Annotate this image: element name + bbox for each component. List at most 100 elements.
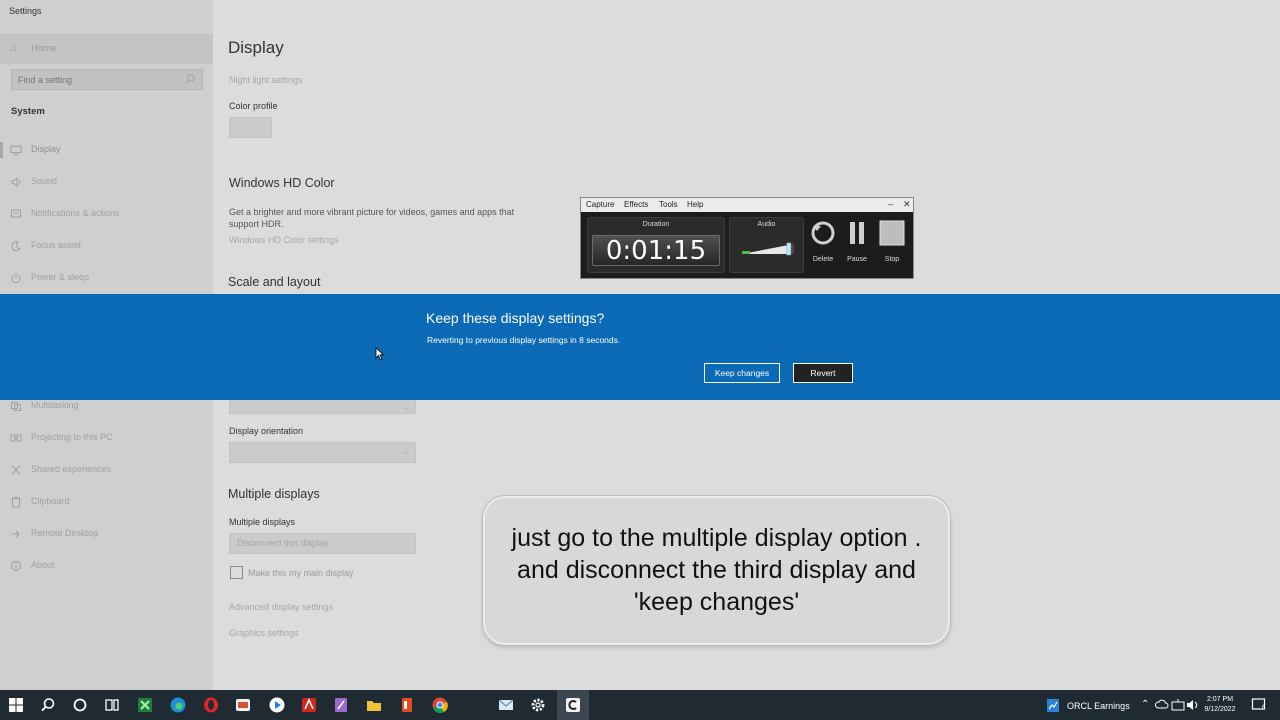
duration-timer: 0:01:15 [592,235,720,266]
stock-ticker-icon[interactable] [1046,696,1060,714]
app-icon[interactable] [234,696,252,714]
sidebar-item-focus-assist[interactable]: Focus assist [0,234,213,258]
sidebar-item-label: Focus assist [31,240,82,250]
moon-icon [11,241,21,252]
chrome-icon[interactable] [431,696,449,714]
search-icon[interactable] [39,696,57,714]
main-display-checkbox[interactable] [230,566,243,579]
audio-level-meter[interactable] [740,238,796,258]
pause-icon [850,222,864,244]
stock-ticker-text[interactable]: ORCL Earnings [1067,701,1130,711]
excel-icon[interactable] [136,696,154,714]
window-title: Settings [9,6,42,16]
pause-button[interactable]: Pause [844,220,870,263]
cortana-icon[interactable] [71,696,89,714]
sidebar-item-projecting[interactable]: Projecting to this PC [0,426,213,450]
revert-button[interactable]: Revert [793,363,853,383]
cloud-icon[interactable] [1155,696,1169,714]
menu-tools[interactable]: Tools [659,200,678,209]
duration-caption: Duration [642,221,670,228]
power-icon [11,273,21,284]
chevron-down-icon: ⌄ [258,122,265,131]
search-box[interactable] [11,69,203,90]
duration-panel: Duration 0:01:15 [587,217,725,273]
sidebar-item-label: Power & sleep [31,272,90,282]
acrobat-icon[interactable] [300,696,318,714]
sidebar-item-home[interactable]: ⌂ Home [0,34,213,64]
taskbar: ORCL Earnings ⌃ 2:07 PM 9/12/2022 6 [0,690,1280,720]
hd-color-description: Get a brighter and more vibrant picture … [229,207,515,229]
main-display-checkbox-label: Make this my main display [248,568,354,578]
menu-capture[interactable]: Capture [586,200,614,209]
search-icon [185,74,195,84]
sidebar-item-sound[interactable]: Sound [0,170,213,194]
scale-layout-heading: Scale and layout [228,275,321,289]
file-explorer-icon[interactable] [365,696,383,714]
network-icon[interactable] [1171,696,1185,714]
page-title: Display [228,38,284,57]
resolution-dropdown[interactable]: ⌄ [229,398,416,414]
settings-icon[interactable] [529,696,547,714]
sidebar-item-label: Multitasking [31,400,79,410]
color-profile-label: Color profile [229,101,278,111]
chevron-down-icon: ⌄ [402,538,409,547]
notes-icon[interactable] [332,696,350,714]
display-orientation-label: Display orientation [229,426,304,436]
sidebar-item-label: Remote Desktop [31,528,99,538]
sidebar-item-shared-experiences[interactable]: Shared experiences [0,458,213,482]
sidebar-item-power-sleep[interactable]: Power & sleep [0,266,213,290]
mail-icon[interactable] [497,696,515,714]
dialog-message: Reverting to previous display settings i… [427,335,621,345]
projector-icon [10,434,22,442]
stop-icon [879,220,905,246]
graphics-settings-link[interactable]: Graphics settings [229,628,299,638]
sidebar-item-clipboard[interactable]: Clipboard [0,490,213,514]
taskbar-clock[interactable]: 2:07 PM 9/12/2022 [1197,695,1243,715]
chevron-down-icon: ⌄ [402,447,409,456]
windows-start-icon[interactable] [7,696,25,714]
chevron-up-icon[interactable]: ⌃ [1141,699,1149,710]
audio-caption: Audio [757,221,776,228]
blue-app-icon[interactable] [268,696,286,714]
chevron-down-icon: ⌄ [402,403,409,412]
delete-label: Delete [812,256,834,263]
opera-icon[interactable] [202,696,220,714]
close-icon[interactable]: ✕ [903,199,911,210]
menu-help[interactable]: Help [687,200,703,209]
info-icon [11,561,21,571]
notification-icon [11,209,21,218]
delete-button[interactable]: Delete [810,220,836,263]
clipboard-icon [12,497,20,508]
sidebar-item-about[interactable]: About [0,554,213,578]
keep-changes-button[interactable]: Keep changes [704,363,780,383]
speaker-icon [11,176,21,188]
sidebar-item-label: Clipboard [31,496,70,506]
minimize-icon[interactable]: – [888,199,893,209]
monitor-icon [10,145,22,155]
sidebar-item-label: Shared experiences [31,464,112,474]
pause-label: Pause [847,256,867,263]
sidebar-item-remote-desktop[interactable]: Remote Desktop [0,522,213,546]
multitasking-icon [11,402,21,411]
stop-button[interactable]: Stop [879,220,905,263]
camtasia-icon[interactable] [564,696,582,714]
remote-desktop-icon [12,530,20,538]
advanced-display-settings-link[interactable]: Advanced display settings [229,602,333,612]
sidebar-item-label: Display [31,144,61,154]
sidebar-item-notifications[interactable]: Notifications & actions [0,202,213,226]
menu-effects[interactable]: Effects [624,200,648,209]
search-input[interactable] [18,73,178,86]
sidebar-item-display[interactable]: Display [0,138,213,162]
notification-count-badge: 6 [1262,705,1266,711]
office-icon[interactable] [398,696,416,714]
dialog-title: Keep these display settings? [426,310,605,326]
keep-display-settings-dialog: Keep these display settings? Reverting t… [0,294,1280,400]
recorder-menubar: Capture Effects Tools Help – ✕ [581,198,913,212]
multiple-displays-dropdown[interactable]: Disconnect this display ⌄ [229,533,416,554]
task-view-icon[interactable] [103,696,121,714]
hd-color-settings-link[interactable]: Windows HD Color settings [229,235,339,245]
color-profile-dropdown[interactable]: ⌄ [229,117,272,138]
display-orientation-dropdown[interactable]: ⌄ [229,442,416,463]
night-light-link[interactable]: Night light settings [229,75,303,85]
edge-icon[interactable] [169,696,187,714]
